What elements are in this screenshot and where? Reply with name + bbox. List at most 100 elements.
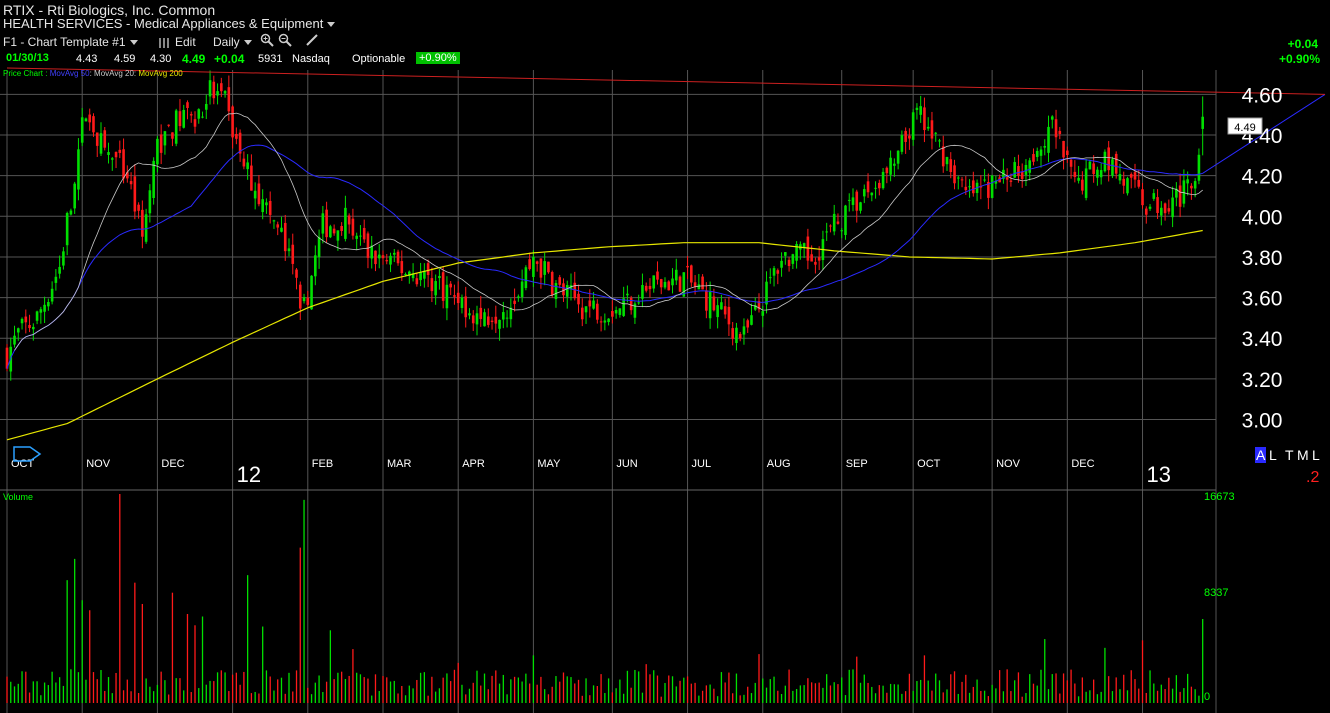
candle-body bbox=[129, 181, 133, 185]
candle-body bbox=[441, 272, 445, 301]
candle-body bbox=[1156, 197, 1159, 214]
right-percent: +0.90% bbox=[1278, 52, 1320, 66]
candle-body bbox=[1092, 163, 1095, 174]
candle-body bbox=[866, 181, 870, 193]
candle-body bbox=[103, 130, 107, 148]
ma200-line bbox=[6, 229, 1203, 441]
control-l2[interactable]: L bbox=[1312, 447, 1320, 463]
candle-body bbox=[953, 165, 956, 184]
candle-body bbox=[565, 285, 569, 297]
candle-body bbox=[588, 300, 592, 307]
candle-body bbox=[629, 297, 633, 311]
candle-body bbox=[787, 259, 791, 267]
candle-body bbox=[16, 328, 20, 333]
candle-body bbox=[990, 175, 994, 198]
candle-body bbox=[908, 135, 911, 139]
candle-body bbox=[1163, 203, 1167, 214]
candle-body bbox=[325, 209, 328, 238]
control-m[interactable]: M bbox=[1297, 447, 1309, 463]
candle-body bbox=[1137, 179, 1141, 187]
candle-body bbox=[1111, 159, 1114, 176]
legend-price: Price Chart : bbox=[3, 69, 48, 78]
candle-body bbox=[829, 225, 832, 227]
control-a[interactable]: A bbox=[1255, 447, 1267, 463]
quote-low: 4.30 bbox=[150, 53, 172, 65]
candle-body bbox=[43, 304, 46, 312]
zoom-out-icon[interactable] bbox=[278, 33, 292, 52]
candle-body bbox=[107, 152, 110, 155]
candle-body bbox=[374, 250, 377, 265]
price-tick-label: 4.00 bbox=[1242, 206, 1283, 229]
candle-body bbox=[159, 134, 163, 153]
candle-body bbox=[204, 103, 208, 110]
candle-body bbox=[359, 235, 362, 237]
candle-body bbox=[836, 221, 840, 224]
quote-last: 4.49 bbox=[182, 52, 206, 66]
candle-body bbox=[13, 335, 16, 345]
candle-body bbox=[505, 317, 509, 319]
edit-label: Edit bbox=[175, 35, 196, 49]
month-label: NOV bbox=[996, 458, 1021, 470]
candle-body bbox=[934, 132, 938, 134]
candle-body bbox=[231, 106, 234, 138]
edit-button[interactable]: Edit bbox=[159, 35, 196, 49]
optionable-label: Optionable bbox=[352, 53, 406, 65]
template-dropdown[interactable]: F1 - Chart Template #1 bbox=[3, 35, 138, 49]
month-label: SEP bbox=[846, 458, 868, 470]
candle-body bbox=[253, 190, 257, 199]
candle-body bbox=[268, 200, 272, 215]
candle-body bbox=[1152, 193, 1156, 199]
candle-body bbox=[73, 183, 76, 209]
candle-body bbox=[712, 296, 716, 311]
bar-chart-icon bbox=[159, 37, 170, 48]
candle-body bbox=[1129, 174, 1133, 178]
candle-body bbox=[893, 163, 896, 166]
control-t[interactable]: T bbox=[1285, 447, 1294, 463]
legend-ma20: MovAvg 20 bbox=[94, 69, 134, 78]
candle-body bbox=[110, 158, 114, 160]
candle-body bbox=[1182, 180, 1186, 204]
candle-body bbox=[543, 261, 546, 275]
candle-body bbox=[817, 257, 821, 261]
draw-line-icon[interactable] bbox=[305, 33, 319, 52]
month-label: JUN bbox=[616, 458, 637, 470]
volume-label: Volume bbox=[3, 492, 34, 502]
candle-body bbox=[554, 283, 558, 300]
candle-body bbox=[859, 202, 862, 211]
candle-body bbox=[1020, 171, 1024, 179]
candle-body bbox=[513, 300, 516, 304]
zoom-in-icon[interactable] bbox=[260, 33, 274, 52]
candle-body bbox=[1043, 146, 1047, 148]
volume-bars bbox=[6, 494, 1204, 703]
candle-body bbox=[306, 297, 310, 305]
candle-body bbox=[287, 248, 291, 252]
percent-change-badge: +0.90% bbox=[416, 52, 460, 64]
industry-dropdown[interactable]: HEALTH SERVICES - Medical Appliances & E… bbox=[3, 16, 336, 31]
candle-body bbox=[648, 285, 652, 290]
candle-body bbox=[678, 276, 682, 292]
candle-body bbox=[562, 283, 565, 296]
candle-body bbox=[178, 111, 182, 127]
candle-body bbox=[878, 182, 881, 189]
candle-body bbox=[261, 199, 264, 213]
candle-body bbox=[122, 149, 125, 179]
candle-body bbox=[674, 269, 678, 281]
candle-body bbox=[1148, 206, 1152, 209]
candle-body bbox=[1190, 185, 1193, 189]
candle-body bbox=[693, 282, 697, 287]
candle-body bbox=[479, 307, 483, 319]
candle-body bbox=[881, 171, 885, 189]
candle-body bbox=[840, 230, 844, 232]
control-l[interactable]: L bbox=[1269, 447, 1277, 463]
price-axis-labels: 4.604.404.204.003.803.603.403.203.00 bbox=[1242, 84, 1283, 432]
candle-body bbox=[520, 281, 524, 298]
volume-tick-label: 16673 bbox=[1204, 491, 1235, 503]
candle-body bbox=[471, 315, 475, 324]
candle-body bbox=[65, 213, 69, 246]
interval-dropdown[interactable]: Daily bbox=[213, 35, 252, 49]
candle-body bbox=[1073, 171, 1077, 177]
candle-body bbox=[498, 319, 501, 329]
price-tick-label: 3.00 bbox=[1242, 410, 1283, 433]
candle-body bbox=[517, 296, 520, 298]
candle-body bbox=[1103, 151, 1107, 172]
